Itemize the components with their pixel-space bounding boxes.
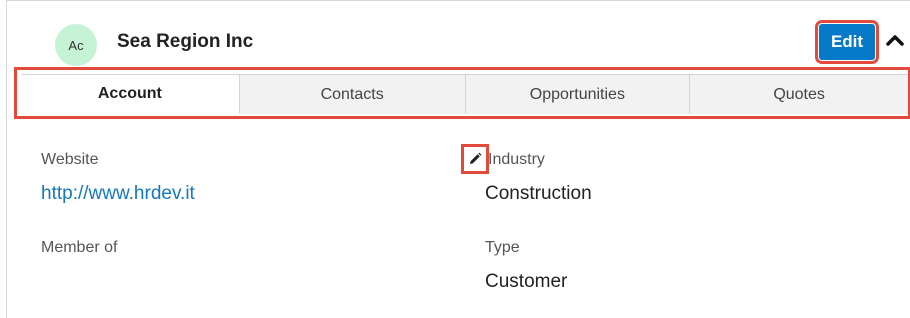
- industry-label: Industry: [488, 151, 545, 168]
- tab-quotes[interactable]: Quotes: [690, 74, 908, 114]
- tab-account[interactable]: Account: [21, 74, 240, 114]
- tab-bar: Account Contacts Opportunities Quotes: [21, 74, 908, 114]
- website-label: Website: [41, 151, 99, 168]
- member-of-label: Member of: [41, 239, 118, 256]
- tabs-highlight: Account Contacts Opportunities Quotes: [14, 67, 910, 119]
- chevron-up-icon[interactable]: [883, 25, 907, 55]
- tab-contacts[interactable]: Contacts: [239, 74, 466, 114]
- website-link[interactable]: http://www.hrdev.it: [41, 183, 195, 205]
- type-value[interactable]: Customer: [485, 271, 567, 293]
- industry-value[interactable]: Construction: [485, 183, 592, 205]
- record-panel: Ac Sea Region Inc Edit Account Contacts …: [6, 0, 910, 318]
- edit-button[interactable]: Edit: [815, 20, 879, 64]
- record-title: Sea Region Inc: [117, 31, 254, 52]
- type-label: Type: [485, 239, 520, 256]
- avatar: Ac: [55, 24, 97, 66]
- record-header: Ac Sea Region Inc Edit: [7, 1, 910, 66]
- tab-opportunities[interactable]: Opportunities: [465, 74, 691, 114]
- pencil-icon[interactable]: [461, 144, 489, 174]
